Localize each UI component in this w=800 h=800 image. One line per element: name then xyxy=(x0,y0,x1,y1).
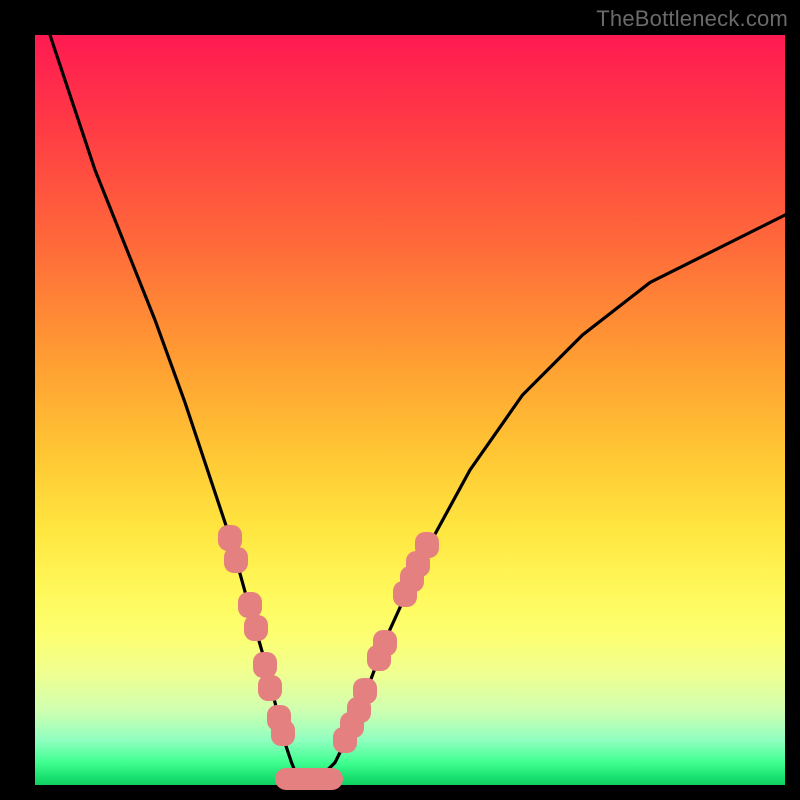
data-marker xyxy=(224,547,248,573)
data-marker xyxy=(258,675,282,701)
data-marker xyxy=(353,678,377,704)
watermark-text: TheBottleneck.com xyxy=(596,6,788,32)
data-marker xyxy=(253,652,277,678)
chart-frame: TheBottleneck.com xyxy=(0,0,800,800)
data-marker xyxy=(271,720,295,746)
data-marker xyxy=(373,630,397,656)
data-marker xyxy=(275,768,343,790)
data-marker xyxy=(415,532,439,558)
data-marker xyxy=(244,615,268,641)
curve-svg xyxy=(35,35,785,785)
bottleneck-curve xyxy=(50,35,785,778)
plot-area xyxy=(35,35,785,785)
